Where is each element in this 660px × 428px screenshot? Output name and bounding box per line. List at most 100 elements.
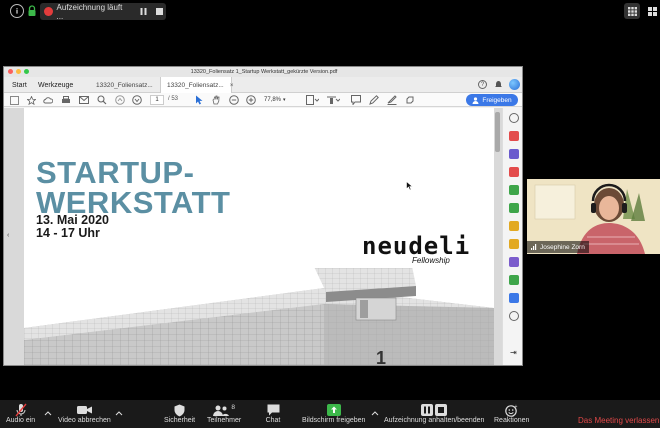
meeting-top-bar: Aufzeichnung läuft ... — [0, 0, 660, 22]
security-button[interactable]: Sicherheit — [164, 403, 195, 424]
page-up-icon[interactable] — [115, 95, 125, 105]
organize-pages-icon[interactable] — [509, 185, 519, 195]
zoom-out-icon[interactable] — [229, 95, 239, 105]
audio-options-chevron-icon[interactable] — [44, 410, 52, 418]
grid-icon — [627, 6, 637, 16]
lock-icon[interactable] — [27, 5, 37, 17]
share-screen-icon — [326, 403, 342, 417]
page-number-input[interactable]: 1 — [150, 95, 164, 105]
print-production-icon[interactable] — [509, 275, 519, 285]
email-icon[interactable] — [79, 95, 89, 105]
signal-bars-icon — [531, 244, 537, 250]
close-tab-icon[interactable]: × — [230, 82, 234, 89]
select-cursor-icon[interactable] — [194, 95, 204, 105]
combine-files-icon[interactable] — [509, 203, 519, 213]
minimize-window-icon[interactable] — [16, 69, 21, 74]
scroll-mode-icon[interactable] — [326, 95, 340, 105]
view-icon — [647, 6, 657, 16]
smiley-icon: + — [504, 403, 520, 417]
page-view-icon[interactable] — [305, 95, 319, 105]
page-total: / 53 — [168, 96, 179, 102]
fill-sign-icon[interactable] — [509, 221, 519, 231]
sign-icon[interactable] — [387, 95, 397, 105]
slide-title-line-1: STARTUP- — [36, 155, 195, 190]
pen-icon[interactable] — [369, 95, 379, 105]
participant-video[interactable]: Josephine Zorn — [527, 179, 660, 254]
video-button[interactable]: Video abbrechen — [58, 403, 111, 424]
slide-date: 13. Mai 2020 — [36, 213, 109, 227]
stop-recording-button[interactable] — [154, 5, 166, 18]
reactions-label: Reaktionen — [494, 417, 530, 424]
maximize-window-icon[interactable] — [24, 69, 29, 74]
record-icon — [44, 7, 53, 16]
tools-rail: ⇥ — [502, 108, 522, 365]
pause-recording-button[interactable] — [137, 5, 149, 18]
chevron-down-icon: ▾ — [283, 97, 286, 103]
page-down-icon[interactable] — [132, 95, 142, 105]
tab-document-1[interactable]: 13320_Foliensatz... — [90, 77, 159, 93]
share-screen-button[interactable]: Bildschirm freigeben — [302, 403, 365, 424]
share-person-icon — [472, 96, 479, 104]
comment-icon[interactable] — [351, 95, 361, 105]
bookmark-star-icon[interactable] — [26, 95, 36, 105]
zoom-in-icon[interactable] — [246, 95, 256, 105]
avatar[interactable] — [509, 79, 520, 90]
share-button[interactable]: Freigeben — [466, 94, 518, 106]
stamp-icon[interactable] — [405, 95, 415, 105]
nav-tools[interactable]: Werkzeuge — [32, 77, 79, 93]
muted-mic-icon — [13, 403, 29, 417]
vertical-scrollbar[interactable] — [495, 112, 500, 152]
hand-tool-icon[interactable] — [211, 95, 221, 105]
chat-button[interactable]: Chat — [265, 403, 281, 424]
leave-meeting-button[interactable]: Das Meeting verlassen — [578, 416, 659, 425]
participants-count: 8 — [231, 403, 235, 411]
edit-pdf-icon[interactable] — [509, 167, 519, 177]
share-options-chevron-icon[interactable] — [371, 410, 379, 418]
recording-control-button[interactable]: Aufzeichnung anhalten/beenden — [384, 403, 484, 424]
zoom-search-icon[interactable] — [509, 113, 519, 123]
meeting-controls-bar: Audio ein Video abbrechen Sicherheit 8 T… — [0, 400, 660, 428]
send-signature-icon[interactable] — [509, 257, 519, 267]
upload-cloud-icon[interactable] — [43, 95, 53, 105]
tab-label: 13320_Foliensatz... — [96, 81, 153, 89]
info-icon[interactable] — [10, 4, 24, 18]
participants-button[interactable]: 8 Teilnehmer — [207, 403, 242, 425]
participants-icon: 8 — [211, 403, 237, 417]
zoom-level: 77,8% — [264, 97, 282, 103]
recording-control-label: Aufzeichnung anhalten/beenden — [384, 417, 485, 424]
slide-title: STARTUP- WERKSTATT — [36, 155, 230, 218]
video-label: Video abbrechen — [58, 417, 111, 424]
box-number: 1 — [376, 348, 386, 366]
participant-name-tag: Josephine Zorn — [527, 241, 589, 253]
document-area: ‹ STARTUP- WERKSTATT 13. Mai 2020 14 - 1… — [4, 108, 502, 366]
help-icon[interactable]: ? — [478, 80, 487, 89]
comment-tool-icon[interactable] — [509, 239, 519, 249]
nav-start[interactable]: Start — [6, 77, 33, 93]
collapse-left-icon[interactable]: ‹ — [7, 232, 9, 239]
grid-view-button[interactable] — [624, 3, 640, 19]
participant-name: Josephine Zorn — [540, 243, 585, 251]
collapse-rail-icon[interactable]: ⇥ — [510, 348, 517, 357]
window-title-bar: 13320_Foliensatz 1_Startup Werkstatt_gek… — [4, 67, 522, 77]
tab-document-2[interactable]: 13320_Foliensatz... × — [160, 77, 234, 93]
search-icon[interactable] — [97, 95, 107, 105]
reactions-button[interactable]: + Reaktionen — [494, 403, 530, 425]
audio-button[interactable]: Audio ein — [6, 403, 35, 424]
tab-label: 13320_Foliensatz... — [167, 81, 224, 89]
security-label: Sicherheit — [164, 417, 196, 424]
protect-icon[interactable] — [509, 293, 519, 303]
print-icon[interactable] — [61, 95, 71, 105]
video-options-chevron-icon[interactable] — [115, 410, 123, 418]
save-icon[interactable] — [9, 95, 19, 105]
export-pdf-icon[interactable] — [509, 131, 519, 141]
more-tools-icon[interactable] — [509, 311, 519, 321]
bell-icon[interactable] — [494, 80, 503, 89]
view-options-button[interactable] — [644, 3, 660, 19]
participants-label: Teilnehmer — [207, 417, 242, 424]
close-window-icon[interactable] — [8, 69, 13, 74]
zoom-level-select[interactable]: 77,8% ▾ — [264, 95, 292, 105]
acrobat-toolbar: 1 / 53 77,8% ▾ Freigeben — [4, 93, 522, 107]
mouse-cursor-icon — [406, 181, 415, 191]
create-pdf-icon[interactable] — [509, 149, 519, 159]
share-label: Freigeben — [482, 96, 512, 104]
